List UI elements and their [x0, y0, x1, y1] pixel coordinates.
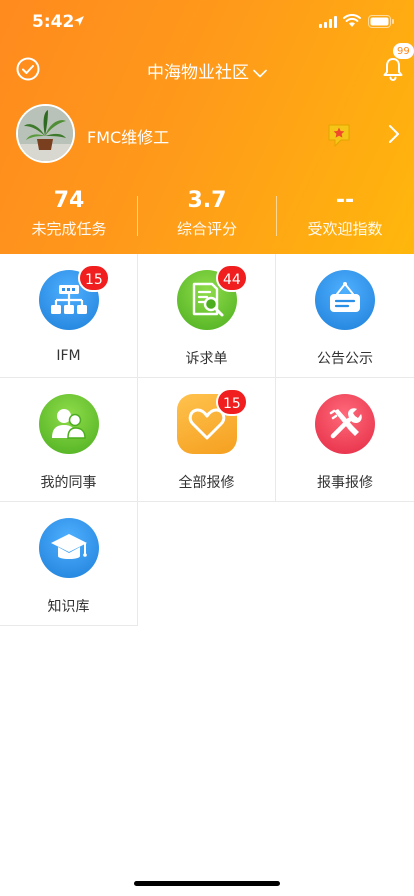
community-selector[interactable]: 中海物业社区 — [0, 58, 414, 83]
colleagues-icon — [39, 394, 99, 454]
module-label: IFM — [56, 348, 81, 364]
notification-badge: 99 — [393, 43, 414, 59]
stat-value: 3.7 — [187, 188, 227, 213]
module-ifm[interactable]: 15 IFM — [0, 254, 138, 378]
medal-star-icon[interactable] — [325, 121, 353, 149]
community-name: 中海物业社区 — [147, 63, 249, 83]
location-arrow-icon — [74, 16, 84, 26]
user-name: FMC维修工 — [87, 128, 170, 147]
stat-value: -- — [335, 188, 355, 213]
module-label: 报事报修 — [317, 475, 373, 491]
module-announcements[interactable]: 公告公示 — [276, 254, 414, 378]
module-knowledge-base[interactable]: 知识库 — [0, 502, 138, 626]
module-badge: 15 — [78, 264, 110, 292]
home-indicator[interactable] — [134, 881, 280, 886]
stat-value: 74 — [53, 188, 85, 213]
module-label: 全部报修 — [178, 475, 235, 491]
module-label: 我的同事 — [40, 475, 97, 491]
stat-label: 受欢迎指数 — [307, 220, 383, 238]
avatar-plant-image — [18, 106, 73, 161]
stat-overall-rating[interactable]: 3.7 综合评分 — [138, 188, 276, 239]
module-label: 知识库 — [47, 599, 90, 615]
bell-icon[interactable] — [382, 57, 404, 81]
stat-popularity-index[interactable]: -- 受欢迎指数 — [276, 188, 414, 239]
module-badge: 44 — [216, 264, 248, 292]
module-label: 公告公示 — [317, 351, 373, 367]
notice-board-icon — [315, 270, 375, 330]
stats-row: 74 未完成任务 3.7 综合评分 -- 受欢迎指数 — [0, 188, 414, 240]
module-complaint-form[interactable]: 44 诉求单 — [138, 254, 276, 378]
avatar[interactable] — [16, 104, 75, 163]
module-label: 诉求单 — [185, 351, 228, 367]
module-all-repairs[interactable]: 15 全部报修 — [138, 378, 276, 502]
module-report-repair[interactable]: 报事报修 — [276, 378, 414, 502]
stat-unfinished-tasks[interactable]: 74 未完成任务 — [0, 188, 138, 239]
status-bar: 5:42 — [0, 0, 414, 44]
stat-label: 综合评分 — [176, 220, 237, 238]
module-badge: 15 — [216, 388, 248, 416]
tools-icon — [315, 394, 375, 454]
top-nav: 中海物业社区 99 — [0, 43, 414, 92]
module-my-colleagues[interactable]: 我的同事 — [0, 378, 138, 502]
stat-label: 未完成任务 — [31, 220, 107, 238]
battery-icon — [368, 15, 394, 28]
chevron-right-icon[interactable] — [387, 124, 401, 144]
graduation-cap-icon — [39, 518, 99, 578]
wifi-icon — [343, 14, 361, 27]
cellular-signal-icon — [319, 16, 337, 28]
status-time: 5:42 — [32, 12, 75, 32]
chevron-down-icon — [253, 69, 267, 77]
profile-header: 5:42 中海物业社区 99 FMC维修工 74 未完成任务 3.7 综合评分 … — [0, 0, 414, 254]
